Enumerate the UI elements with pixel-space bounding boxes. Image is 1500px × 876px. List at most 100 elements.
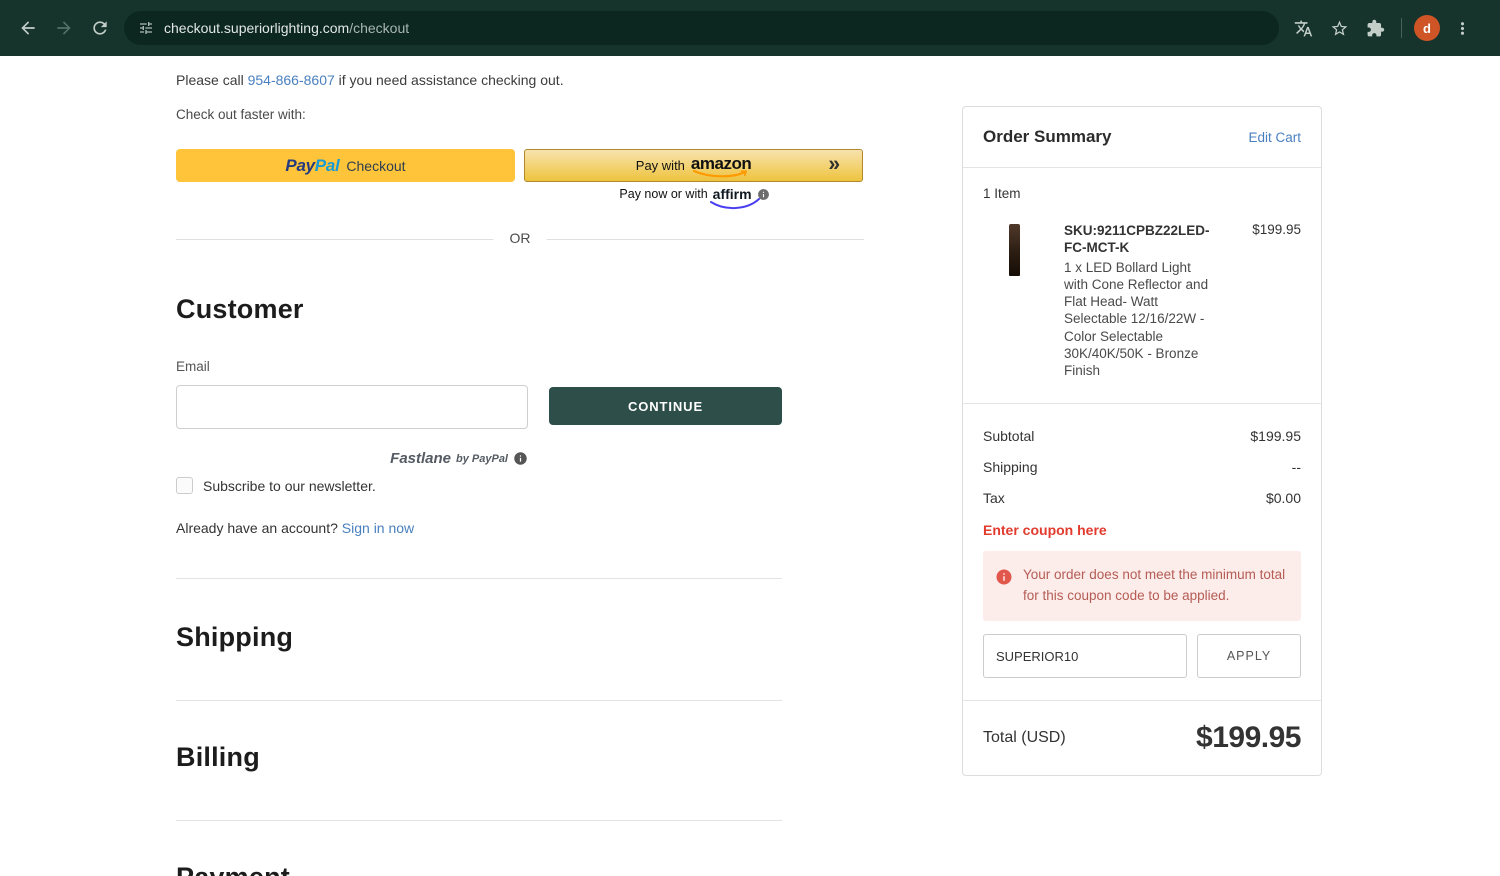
edit-cart-link[interactable]: Edit Cart <box>1248 130 1301 145</box>
order-item-row: SKU:9211CPBZ22LED-FC-MCT-K 1 x LED Bolla… <box>983 222 1301 379</box>
fastlane-by-paypal: by PayPal <box>456 452 508 465</box>
paypal-logo-pay: Pay <box>285 155 315 175</box>
item-text: SKU:9211CPBZ22LED-FC-MCT-K 1 x LED Bolla… <box>1064 222 1216 379</box>
tax-label: Tax <box>983 489 1005 506</box>
subtotal-value: $199.95 <box>1250 427 1301 444</box>
order-summary-header: Order Summary Edit Cart <box>963 107 1321 167</box>
puzzle-icon <box>1367 19 1384 36</box>
affirm-prefix: Pay now or with <box>619 187 708 201</box>
translate-glyph-icon <box>1294 20 1312 36</box>
shipping-heading: Shipping <box>176 622 294 652</box>
paypal-checkout-button[interactable]: PayPal Checkout <box>176 149 515 182</box>
order-items-section: 1 Item SKU:9211CPBZ22LED-FC-MCT-K 1 x LE… <box>963 167 1321 403</box>
arrow-forward-icon <box>57 21 71 35</box>
error-info-icon <box>996 569 1012 585</box>
newsletter-row: Subscribe to our newsletter. <box>176 477 376 494</box>
billing-heading: Billing <box>176 742 260 772</box>
shipping-label: Shipping <box>983 458 1038 475</box>
sign-in-link[interactable]: Sign in now <box>342 520 414 536</box>
toolbar-separator <box>1401 18 1402 38</box>
account-prompt: Already have an account? <box>176 520 342 536</box>
bookmark-star-icon[interactable] <box>1325 14 1353 42</box>
reload-button[interactable] <box>82 10 118 46</box>
forward-button[interactable] <box>46 10 82 46</box>
totals-section: Subtotal $199.95 Shipping -- Tax $0.00 E… <box>963 403 1321 700</box>
coupon-error-alert: Your order does not meet the minimum tot… <box>983 551 1301 622</box>
item-sku: SKU:9211CPBZ22LED-FC-MCT-K <box>1064 223 1210 256</box>
paypal-logo: PayPal <box>285 156 339 176</box>
toolbar-right: d <box>1289 14 1478 42</box>
affirm-note: Pay now or with affirm <box>525 186 864 209</box>
checkout-column: Please call 954-866-8607 if you need ass… <box>176 56 864 876</box>
back-button[interactable] <box>10 10 46 46</box>
subtotal-label: Subtotal <box>983 427 1035 444</box>
section-divider <box>176 578 782 579</box>
coupon-error-text: Your order does not meet the minimum tot… <box>1023 567 1286 604</box>
viewport: checkout.superiorlighting.com/checkout d… <box>0 0 1500 876</box>
payment-heading: Payment <box>176 862 290 876</box>
affirm-swoosh-icon <box>709 198 760 209</box>
profile-avatar[interactable]: d <box>1414 15 1440 41</box>
translate-icon[interactable] <box>1289 14 1317 42</box>
checkout-page: Please call 954-866-8607 if you need ass… <box>0 56 1500 876</box>
coupon-row: APPLY <box>983 634 1301 679</box>
continue-button[interactable]: CONTINUE <box>549 387 782 425</box>
or-label: OR <box>493 230 547 246</box>
newsletter-checkbox[interactable] <box>176 477 193 494</box>
amazon-button-prefix: Pay with <box>635 158 685 173</box>
email-label: Email <box>176 359 210 374</box>
extensions-icon[interactable] <box>1361 14 1389 42</box>
double-chevron-icon: » <box>828 152 840 176</box>
reload-icon <box>93 21 107 35</box>
order-summary-heading: Order Summary <box>983 127 1112 146</box>
item-price: $199.95 <box>1252 222 1301 237</box>
tax-value: $0.00 <box>1265 489 1301 506</box>
shipping-value: -- <box>1291 458 1301 475</box>
checkout-faster-label: Check out faster with: <box>176 107 306 122</box>
email-input[interactable] <box>176 385 528 429</box>
browser-chrome: checkout.superiorlighting.com/checkout d <box>0 0 1500 56</box>
fastlane-logo: Fastlane <box>390 450 452 467</box>
subtotal-row: Subtotal $199.95 <box>983 420 1301 451</box>
paypal-button-label: Checkout <box>346 157 406 174</box>
or-divider: OR <box>176 230 864 246</box>
section-divider <box>176 820 782 821</box>
item-description: 1 x LED Bollard Light with Cone Reflecto… <box>1064 259 1209 379</box>
phone-link[interactable]: 954-866-8607 <box>248 72 335 88</box>
assistance-suffix: if you need assistance checking out. <box>334 72 564 88</box>
express-pay-row: PayPal Checkout Pay with amazon » <box>176 149 863 182</box>
url-path: /checkout <box>349 20 410 36</box>
fastlane-note: Fastlane by PayPal <box>176 450 528 467</box>
arrow-back-icon <box>21 21 35 35</box>
account-prompt-row: Already have an account? Sign in now <box>176 520 414 536</box>
menu-icon[interactable] <box>1448 14 1476 42</box>
site-info-icon[interactable] <box>138 20 154 36</box>
customer-heading: Customer <box>176 294 304 324</box>
total-value: $199.95 <box>1196 721 1301 755</box>
apply-coupon-button[interactable]: APPLY <box>1197 634 1301 679</box>
amazon-pay-button[interactable]: Pay with amazon » <box>524 149 863 182</box>
amazon-logo: amazon <box>691 155 752 178</box>
assistance-prefix: Please call <box>176 72 248 88</box>
newsletter-label: Subscribe to our newsletter. <box>203 477 376 494</box>
coupon-prompt[interactable]: Enter coupon here <box>983 522 1301 538</box>
total-label: Total (USD) <box>983 729 1066 747</box>
paypal-logo-pal: Pal <box>314 155 340 175</box>
more-vert-icon <box>1460 21 1464 35</box>
url-domain: checkout.superiorlighting.com <box>164 20 350 36</box>
url-text: checkout.superiorlighting.com/checkout <box>164 20 409 36</box>
address-bar[interactable]: checkout.superiorlighting.com/checkout <box>124 11 1279 45</box>
star-outline-icon <box>1331 20 1347 36</box>
coupon-input[interactable] <box>983 634 1187 679</box>
item-count: 1 Item <box>983 186 1021 201</box>
assistance-note: Please call 954-866-8607 if you need ass… <box>176 72 564 88</box>
shipping-row: Shipping -- <box>983 451 1301 482</box>
fastlane-info-icon[interactable] <box>513 451 528 466</box>
amazon-smile-icon <box>692 169 748 178</box>
total-section: Total (USD) $199.95 <box>963 700 1321 775</box>
affirm-logo: affirm <box>709 186 760 209</box>
section-divider <box>176 700 782 701</box>
product-thumbnail <box>1009 224 1020 276</box>
order-summary-card: Order Summary Edit Cart 1 Item SKU:9211C… <box>962 106 1322 777</box>
tax-row: Tax $0.00 <box>983 482 1301 513</box>
